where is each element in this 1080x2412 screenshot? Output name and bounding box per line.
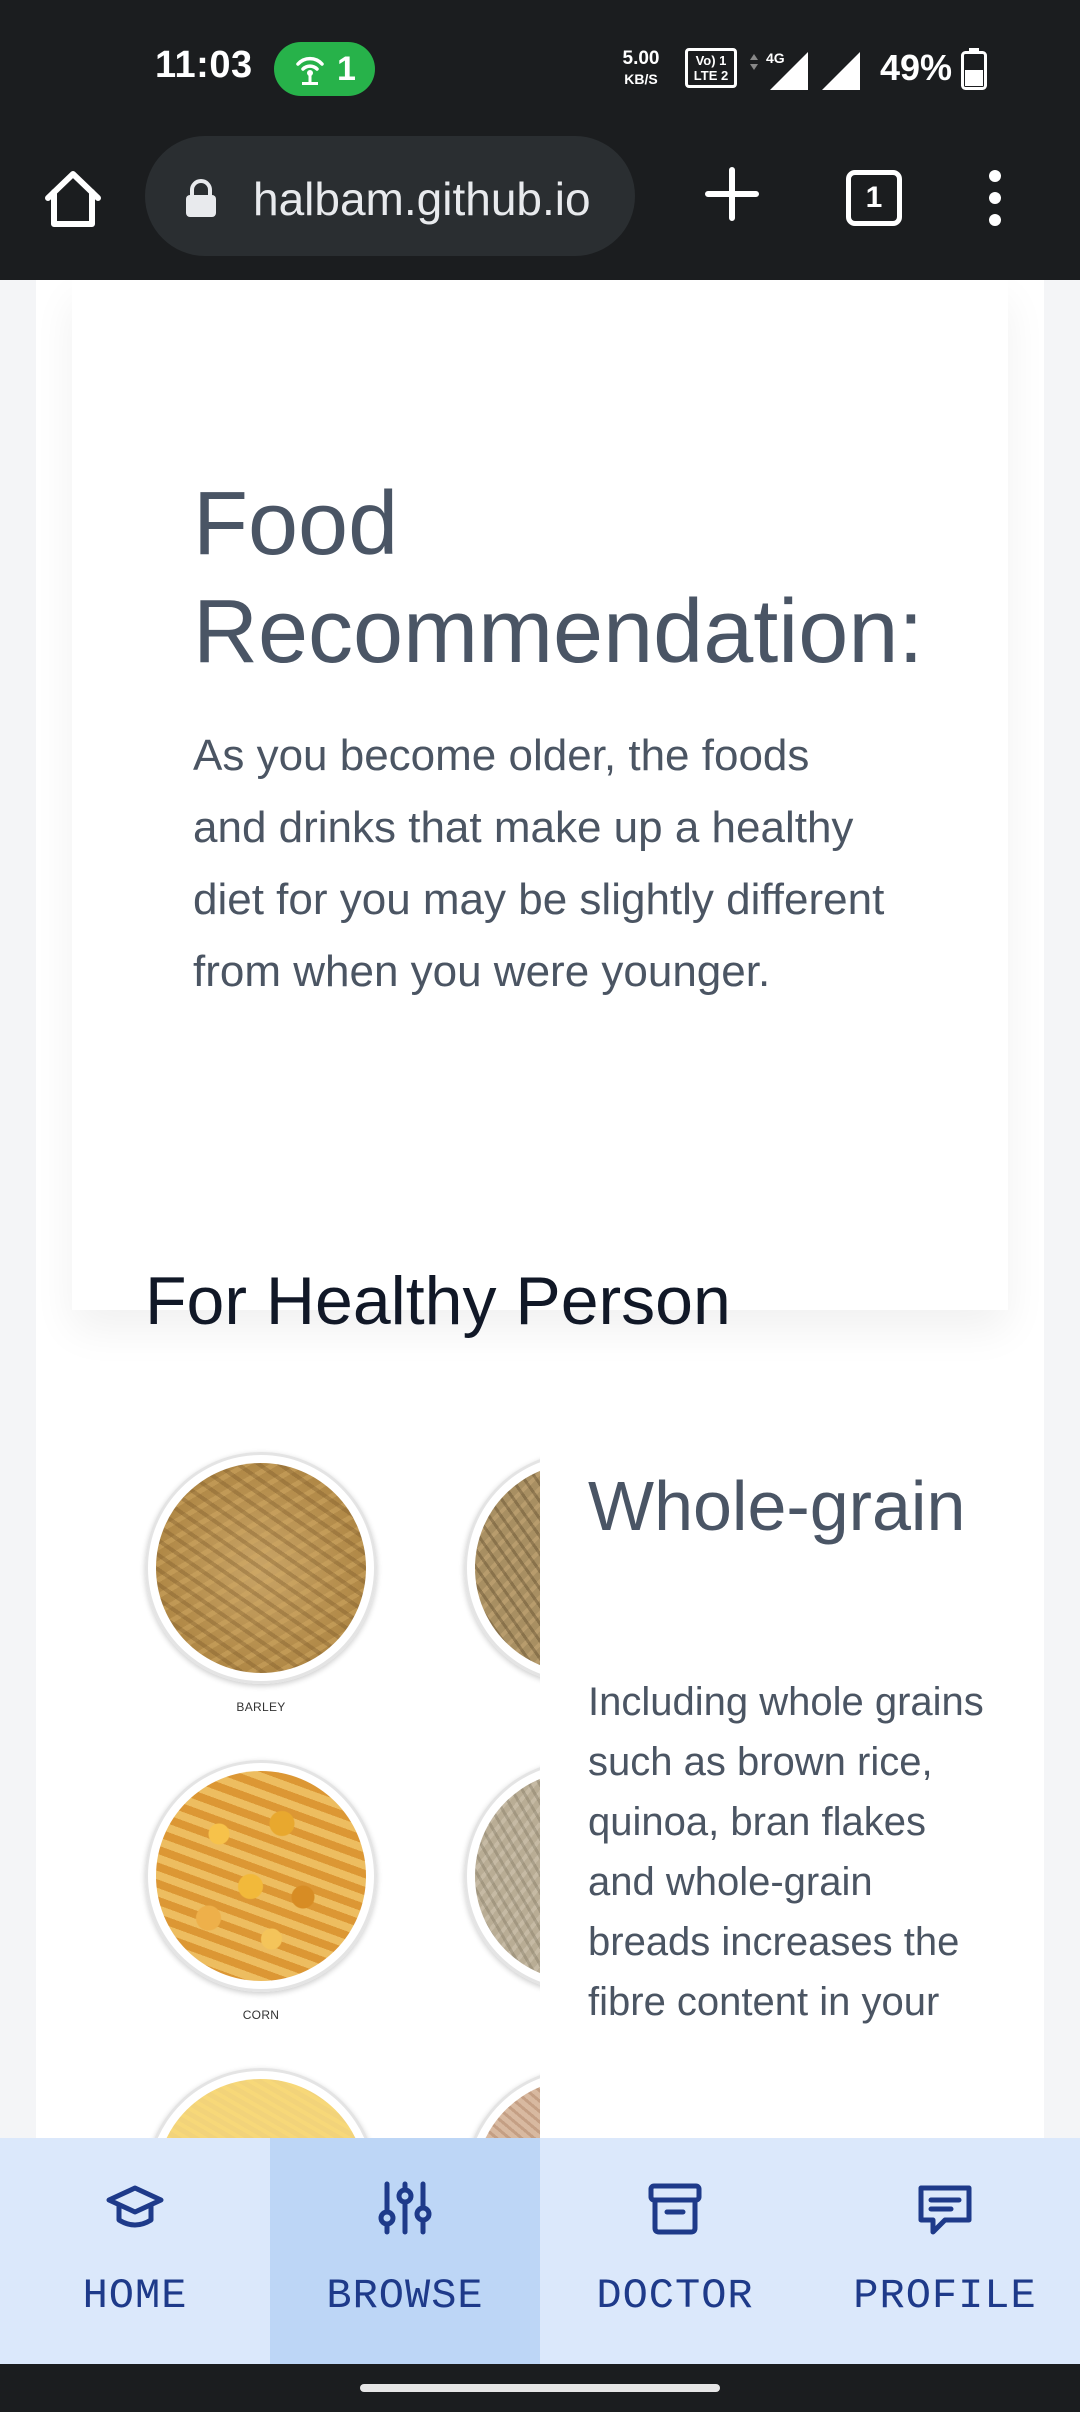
nav-item-doctor[interactable]: DOCTOR (540, 2138, 810, 2364)
tab-count: 1 (865, 181, 883, 214)
browser-toolbar: halbam.github.io 1 (0, 132, 1080, 280)
signal-strength-icon (822, 52, 860, 90)
status-bar: 11:03 1 5.00 KB/S Vo) 1 LTE 2 4G 49% (0, 0, 1080, 132)
more-menu-icon[interactable] (980, 166, 1010, 230)
sliders-icon (378, 2181, 432, 2235)
network-speed-unit: KB/S (624, 71, 658, 87)
grain-card-text: Including whole grains such as brown ric… (588, 1680, 984, 2024)
nav-label-doctor: DOCTOR (596, 2272, 754, 2320)
hotspot-icon (296, 56, 324, 85)
archive-box-icon (648, 2183, 702, 2235)
nav-item-profile[interactable]: PROFILE (810, 2138, 1080, 2364)
grain-image-corn (145, 1760, 377, 1992)
volte-line1: Vo) 1 (695, 53, 727, 68)
intro-text: As you become older, the foods and drink… (193, 731, 885, 996)
signal-4g-icon: 4G (750, 50, 808, 90)
url-text: halbam.github.io (253, 173, 591, 225)
nav-label-profile: PROFILE (853, 2272, 1037, 2320)
section-heading: For Healthy Person (145, 1263, 731, 1339)
nav-item-home[interactable]: HOME (0, 2138, 270, 2364)
grain-image-barley (145, 1452, 377, 1684)
grain-caption-barley: BARLEY (236, 1700, 286, 1714)
grain-image-rice (145, 2068, 377, 2138)
web-page: BARLEY CORN Food Recommendation: As you … (0, 280, 1080, 2138)
nav-item-browse[interactable]: BROWSE (270, 2138, 540, 2364)
status-time: 11:03 (155, 44, 253, 86)
network-type: 4G (766, 50, 785, 66)
battery-percent: 49% (880, 47, 953, 88)
home-icon[interactable] (38, 164, 108, 234)
volte-line2: LTE 2 (693, 68, 729, 83)
system-gesture-area (0, 2364, 1080, 2412)
grain-image-oats (464, 1452, 540, 1684)
grain-card-title: Whole-grain (588, 1467, 966, 1545)
gesture-handle[interactable] (360, 2384, 720, 2392)
lock-icon (186, 179, 216, 217)
grain-image-wheat (464, 1760, 540, 1992)
network-speed-value: 5.00 (622, 48, 660, 69)
graduation-cap-icon (106, 2185, 164, 2228)
network-speed: 5.00 KB/S (612, 49, 670, 89)
nav-label-browse: BROWSE (326, 2272, 484, 2320)
volte-icon: Vo) 1 LTE 2 (685, 48, 737, 88)
tab-switcher-button[interactable]: 1 (846, 170, 902, 226)
grain-image-bran (464, 2068, 540, 2138)
address-bar[interactable]: halbam.github.io (145, 136, 635, 256)
page-title: Food Recommendation: (193, 474, 924, 682)
battery-icon (961, 48, 987, 90)
new-tab-icon[interactable] (702, 164, 762, 224)
hotspot-indicator: 1 (274, 42, 375, 96)
grain-caption-corn: CORN (242, 2008, 280, 2022)
bottom-navigation: HOME BROWSE DOCTOR PROFILE (0, 2138, 1080, 2364)
hotspot-count: 1 (337, 49, 356, 88)
nav-label-home: HOME (82, 2272, 188, 2320)
chat-message-icon (918, 2185, 972, 2235)
